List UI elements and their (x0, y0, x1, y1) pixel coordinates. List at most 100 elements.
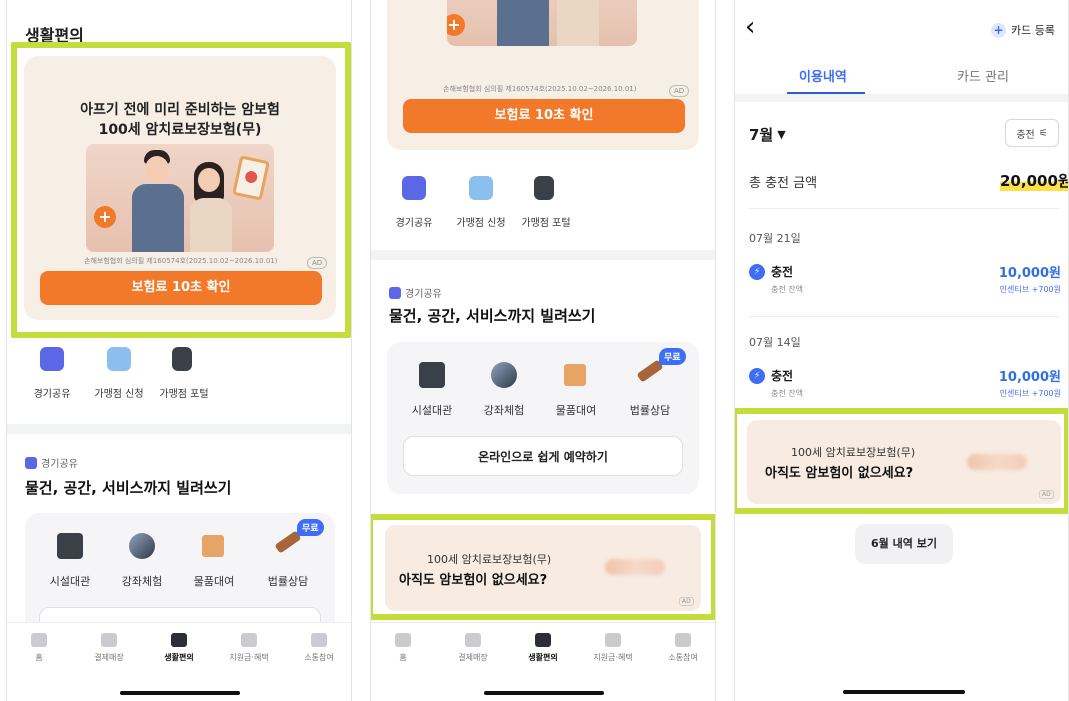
service-label: 물품대여 (555, 404, 597, 417)
woman-figure (186, 162, 236, 252)
tab-divider (735, 94, 1068, 102)
quick-label: 가맹점 포털 (159, 389, 209, 400)
screen-usage-history: ‹ + 카드 등록 이용내역 카드 관리 7월 ▼ 충전 ⚟ 총 충전 금액 2… (734, 0, 1069, 701)
service-label: 강좌체험 (121, 575, 163, 588)
prev-month-button[interactable]: 6월 내역 보기 (855, 524, 953, 564)
section-divider (371, 250, 715, 260)
quick-item-merchant-portal[interactable]: 가맹점 포털 (153, 347, 215, 400)
page-title: 생활편의 (25, 26, 84, 45)
section-tag: 경기공유 (389, 285, 442, 300)
service-class[interactable]: 강좌체험 (111, 533, 173, 593)
tab-benefits[interactable]: 지원금·혜택 (583, 633, 643, 663)
banner-line-2: 아직도 암보험이 없으세요? (399, 573, 548, 588)
home-indicator (120, 691, 240, 695)
charge-row[interactable]: ⚡ 충전 충전 잔액 10,000원 인센티브 +700원 (749, 262, 1061, 298)
service-legal[interactable]: 법률상담 (619, 359, 681, 422)
quick-label: 경기공유 (395, 218, 433, 229)
lightning-icon: ⚡ (749, 368, 765, 384)
tab-home[interactable]: 홈 (373, 633, 433, 663)
tab-community[interactable]: 소통참여 (289, 633, 349, 663)
tab-pay-store[interactable]: 결제매장 (79, 633, 139, 663)
premium-check-button[interactable]: 보험료 10초 확인 (403, 99, 685, 133)
home-indicator (843, 690, 965, 694)
ad-illustration: + (447, 0, 637, 46)
blurred-brand-logo (605, 559, 665, 575)
incentive-amount: 인센티브 +700원 (999, 285, 1061, 294)
service-label: 시설대관 (411, 404, 453, 417)
tab-usage-history[interactable]: 이용내역 (799, 66, 847, 85)
gift-icon (605, 633, 621, 647)
back-chevron-icon[interactable]: ‹ (745, 14, 755, 40)
section-title: 물건, 공간, 서비스까지 빌려쓰기 (389, 307, 596, 325)
cancer-insurance-banner[interactable]: 100세 암치료보장보험(무) 아직도 암보험이 없으세요? AD (385, 525, 701, 611)
quick-item-merchant-apply[interactable]: 가맹점 신청 (451, 176, 511, 229)
tab-card-manage[interactable]: 카드 관리 (957, 66, 1009, 85)
group-date: 07월 21일 (749, 232, 801, 245)
ad-badge: AD (679, 597, 694, 606)
phone-portal-icon (172, 347, 192, 371)
clipboard-heart-icon (232, 155, 270, 201)
quick-item-merchant-apply[interactable]: 가맹점 신청 (89, 347, 149, 400)
filter-button[interactable]: 충전 ⚟ (1005, 119, 1059, 147)
box-icon (202, 535, 224, 557)
service-legal[interactable]: 법률상담 (257, 530, 319, 593)
tab-home[interactable]: 홈 (9, 633, 69, 663)
ad-headline-2: 100세 암치료보장보험(무) (98, 122, 262, 138)
ad-badge: AD (1039, 490, 1054, 499)
chat-icon (311, 633, 327, 647)
service-facility[interactable]: 시설대관 (401, 362, 463, 422)
ad-headline-1: 아프기 전에 미리 준비하는 암보험 (80, 102, 280, 118)
service-rental[interactable]: 물품대여 (183, 533, 245, 593)
premium-check-button[interactable]: 보험료 10초 확인 (40, 271, 322, 305)
tab-pay-store[interactable]: 결제매장 (443, 633, 503, 663)
quick-label: 가맹점 신청 (456, 218, 506, 229)
service-label: 물품대여 (193, 575, 235, 588)
tab-community[interactable]: 소통참여 (653, 633, 713, 663)
quick-label: 가맹점 포털 (521, 218, 571, 229)
quick-item-merchant-portal[interactable]: 가맹점 포털 (515, 176, 577, 229)
month-selector[interactable]: 7월 ▼ (749, 124, 786, 145)
charge-row[interactable]: ⚡ 충전 충전 잔액 10,000원 인센티브 +700원 (749, 366, 1061, 402)
plus-circle-icon: + (991, 22, 1006, 38)
quick-item-share[interactable]: 경기공유 (27, 347, 77, 400)
ad-disclaimer: 손해보험협회 심의필 제160574호(2025.10.02~2026.10.0… (84, 257, 278, 265)
insurance-ad-card[interactable]: + 손해보험협회 심의필 제160574호(2025.10.02~2026.10… (387, 0, 699, 150)
tab-lifestyle[interactable]: 생활편의 (149, 633, 209, 663)
cancer-insurance-banner[interactable]: 100세 암치료보장보험(무) 아직도 암보험이 없으세요? AD (747, 420, 1061, 504)
bottom-tab-bar: 홈 결제매장 생활편의 지원금·혜택 소통참여 (7, 622, 351, 701)
incentive-amount: 인센티브 +700원 (999, 389, 1061, 398)
man-figure (497, 0, 549, 46)
service-facility[interactable]: 시설대관 (39, 533, 101, 593)
building-icon (419, 362, 445, 388)
quick-item-share[interactable]: 경기공유 (389, 176, 439, 229)
service-label: 시설대관 (49, 575, 91, 588)
banner-line-1: 100세 암치료보장보험(무) (791, 446, 916, 459)
free-badge: 무료 (659, 348, 686, 365)
home-icon (395, 633, 411, 647)
sliders-icon: ⚟ (1038, 127, 1048, 139)
section-title: 물건, 공간, 서비스까지 빌려쓰기 (25, 479, 232, 497)
chevron-down-icon: ▼ (777, 128, 786, 141)
plus-badge-icon: + (447, 14, 465, 36)
card-register-button[interactable]: + 카드 등록 (991, 22, 1055, 38)
box-icon (564, 364, 586, 386)
blurred-brand-logo (967, 454, 1027, 470)
screen-lifestyle-scrolled: + 손해보험협회 심의필 제160574호(2025.10.02~2026.10… (370, 0, 716, 701)
service-rental[interactable]: 물품대여 (545, 362, 607, 422)
pencil-class-icon (491, 362, 517, 388)
service-class[interactable]: 강좌체험 (473, 362, 535, 422)
divider (749, 208, 1059, 209)
lightning-icon: ⚡ (749, 264, 765, 280)
share-mini-icon (389, 286, 401, 299)
total-charge-label: 총 충전 금액 (749, 176, 818, 191)
section-divider (7, 424, 351, 434)
store-icon (465, 633, 481, 647)
service-box: 시설대관 강좌체험 물품대여 법률상담 무료 (25, 513, 335, 637)
woman-figure (557, 0, 599, 46)
ad-badge: AD (307, 257, 328, 269)
screen-lifestyle-top: 생활편의 아프기 전에 미리 준비하는 암보험 100세 암치료보장보험(무) … (6, 0, 352, 701)
tab-lifestyle[interactable]: 생활편의 (513, 633, 573, 663)
tab-benefits[interactable]: 지원금·혜택 (219, 633, 279, 663)
insurance-ad-card[interactable]: 아프기 전에 미리 준비하는 암보험 100세 암치료보장보험(무) + 손해보… (24, 56, 336, 320)
online-reserve-button[interactable]: 온라인으로 쉽게 예약하기 (403, 436, 683, 476)
